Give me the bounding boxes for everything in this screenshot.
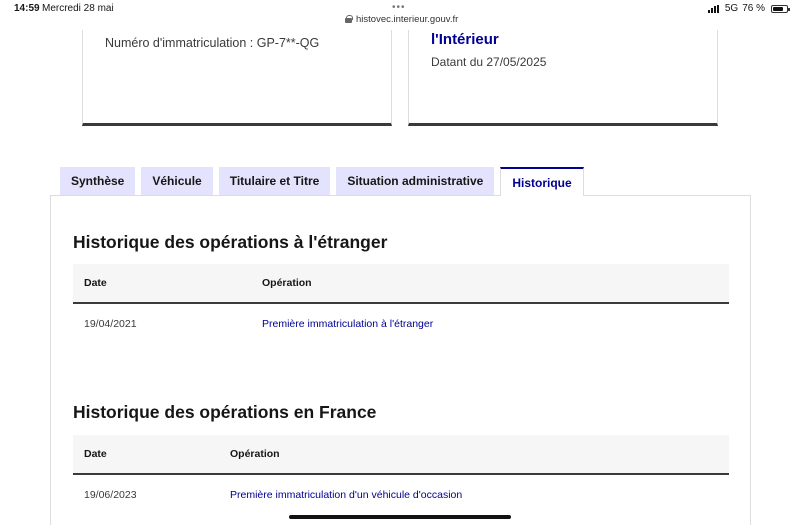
table-row: 19/04/2021 Première immatriculation à l'… bbox=[73, 304, 729, 344]
status-indicators: 5G 76 % bbox=[707, 3, 790, 14]
address-bar[interactable]: histovec.interieur.gouv.fr bbox=[345, 14, 458, 25]
column-header-date: Date bbox=[84, 448, 107, 460]
lock-icon bbox=[345, 15, 353, 23]
column-header-operation: Opération bbox=[230, 448, 280, 460]
status-bar: 14:59 Mercredi 28 mai ••• histovec.inter… bbox=[0, 0, 800, 30]
row-operation: Première immatriculation à l'étranger bbox=[262, 318, 434, 330]
france-history-title: Historique des opérations en France bbox=[73, 402, 377, 422]
column-header-operation: Opération bbox=[262, 277, 312, 289]
report-tabs: Synthèse Véhicule Titulaire et Titre Sit… bbox=[60, 167, 590, 196]
registration-number: Numéro d'immatriculation : GP-7**-QG bbox=[105, 36, 320, 50]
foreign-history-table: Date Opération 19/04/2021 Première immat… bbox=[73, 264, 729, 344]
tab-titulaire[interactable]: Titulaire et Titre bbox=[218, 167, 331, 195]
row-date: 19/06/2023 bbox=[84, 489, 137, 501]
status-date: Mercredi 28 mai bbox=[42, 3, 114, 14]
registration-card: Numéro d'immatriculation : GP-7**-QG bbox=[82, 30, 392, 126]
certificate-date: Datant du 27/05/2025 bbox=[431, 55, 547, 69]
home-indicator[interactable] bbox=[289, 515, 511, 519]
multitasking-dots-icon[interactable]: ••• bbox=[392, 2, 406, 13]
row-operation: Première immatriculation d'un véhicule d… bbox=[230, 489, 463, 501]
ministry-title: l'Intérieur bbox=[431, 31, 499, 48]
table-header: Date Opération bbox=[73, 435, 729, 475]
france-history-table: Date Opération 19/06/2023 Première immat… bbox=[73, 435, 729, 515]
row-date: 19/04/2021 bbox=[84, 318, 137, 330]
tab-synthese[interactable]: Synthèse bbox=[60, 167, 136, 195]
foreign-history-title: Historique des opérations à l'étranger bbox=[73, 232, 388, 252]
battery-label: 76 % bbox=[742, 3, 765, 14]
table-header: Date Opération bbox=[73, 264, 729, 304]
tab-historique[interactable]: Historique bbox=[500, 167, 584, 196]
tab-vehicule[interactable]: Véhicule bbox=[141, 167, 213, 195]
history-panel: Historique des opérations à l'étranger D… bbox=[50, 195, 751, 525]
battery-icon bbox=[771, 4, 790, 13]
column-header-date: Date bbox=[84, 277, 107, 289]
signal-icon bbox=[707, 4, 719, 13]
ministry-card: l'Intérieur Datant du 27/05/2025 bbox=[408, 30, 718, 126]
tab-situation-administrative[interactable]: Situation administrative bbox=[336, 167, 495, 195]
status-time: 14:59 bbox=[14, 3, 40, 14]
table-row: 19/06/2023 Première immatriculation d'un… bbox=[73, 475, 729, 515]
network-label: 5G bbox=[724, 3, 739, 14]
url-text: histovec.interieur.gouv.fr bbox=[356, 14, 459, 25]
